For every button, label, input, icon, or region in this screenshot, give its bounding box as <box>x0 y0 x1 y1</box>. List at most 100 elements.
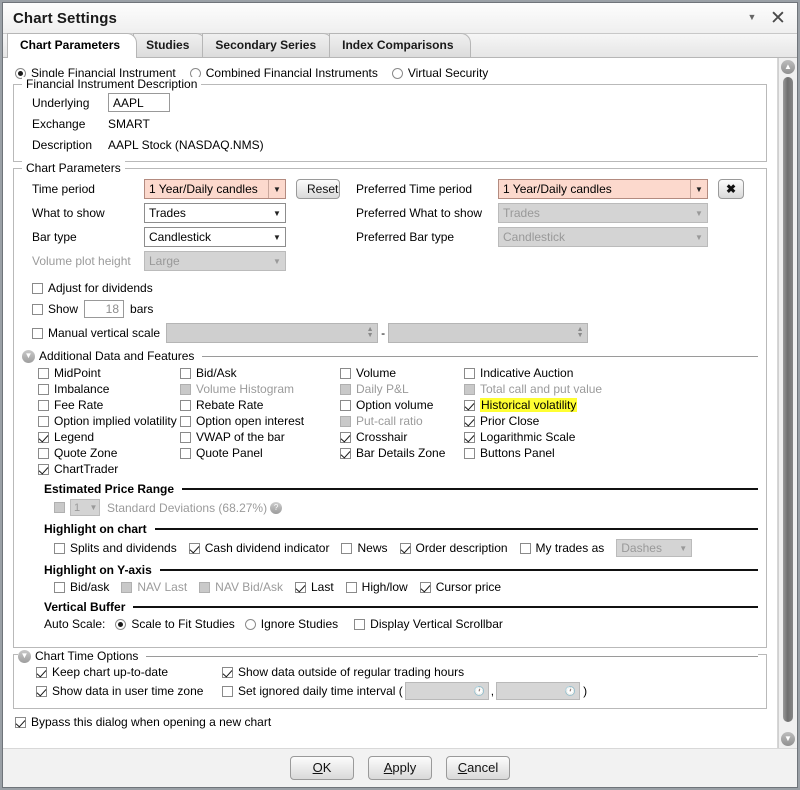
what-to-show-value: Trades <box>149 206 186 220</box>
ok-label-rest: K <box>322 760 332 775</box>
estimated-price-range-checkbox[interactable] <box>54 502 65 513</box>
section-rule <box>202 355 758 357</box>
cancel-button[interactable]: Cancel <box>446 756 510 780</box>
group-title: Financial Instrument Description <box>22 77 202 91</box>
preferred-time-period-select[interactable]: 1 Year/Daily candles ▼ <box>498 179 708 199</box>
checkbox-indicator <box>464 383 475 395</box>
my-trades-style-select: Dashes ▼ <box>616 539 693 557</box>
checkbox-quote-panel[interactable]: Quote Panel <box>180 446 340 460</box>
checkbox-vwap-of-the-bar[interactable]: VWAP of the bar <box>180 430 340 444</box>
checkbox-midpoint[interactable]: MidPoint <box>38 366 180 380</box>
tab-index-comparisons[interactable]: Index Comparisons <box>329 33 471 57</box>
checkbox-display-vertical-scrollbar[interactable]: Display Vertical Scrollbar <box>354 617 503 631</box>
checkbox-put-call-ratio: Put-call ratio <box>340 414 464 428</box>
tab-secondary-series[interactable]: Secondary Series <box>202 33 334 57</box>
checkbox-my-trades-as[interactable]: My trades as <box>519 541 604 555</box>
checkbox-splits-and-dividends[interactable]: Splits and dividends <box>54 541 177 555</box>
radio-combined-financial-instruments[interactable]: Combined Financial Instruments <box>189 66 378 80</box>
my-trades-style-value: Dashes <box>621 541 662 555</box>
standard-deviations-value: 1 <box>74 501 81 514</box>
checkbox-indicator <box>294 581 306 593</box>
manual-scale-min-spinner: ▲ ▼ <box>166 323 379 343</box>
tab-chart-parameters[interactable]: Chart Parameters <box>7 33 138 58</box>
checkbox-logarithmic-scale[interactable]: Logarithmic Scale <box>464 430 758 444</box>
radio-ignore-studies[interactable]: Ignore Studies <box>244 617 339 631</box>
checkbox-high-low[interactable]: High/low <box>345 580 408 594</box>
checkbox-buttons-panel[interactable]: Buttons Panel <box>464 446 758 460</box>
checkbox-show-data-outside-rth[interactable]: Show data outside of regular trading hou… <box>222 665 464 679</box>
section-title: Vertical Buffer <box>44 600 126 614</box>
checkbox-order-description[interactable]: Order description <box>399 541 508 555</box>
reset-button[interactable]: Reset <box>296 179 340 199</box>
chart-parameters-group: Chart Parameters Time period 1 Year/Dail… <box>13 161 767 648</box>
checkbox-show-data-user-time-zone[interactable]: Show data in user time zone <box>36 684 222 698</box>
checkbox-rebate-rate[interactable]: Rebate Rate <box>180 398 340 412</box>
collapse-icon[interactable]: ▼ <box>18 649 31 663</box>
checkbox-option-implied-volatility[interactable]: Option implied volatility <box>38 414 180 428</box>
checkbox-bar-details-zone[interactable]: Bar Details Zone <box>340 446 464 460</box>
checkbox-set-ignored-daily-time-interval[interactable]: Set ignored daily time interval ( <box>222 684 403 698</box>
checkbox-last[interactable]: Last <box>294 580 334 594</box>
checkbox-bid-ask[interactable]: Bid/Ask <box>180 366 340 380</box>
checkbox-historical-volatility[interactable]: Historical volatility <box>464 398 758 412</box>
radio-virtual-security[interactable]: Virtual Security <box>391 66 488 80</box>
vertical-scrollbar[interactable]: ▲ ▼ <box>778 58 797 748</box>
group-title: Chart Parameters <box>22 161 125 175</box>
scroll-down-arrow-icon[interactable]: ▼ <box>781 732 795 746</box>
scrollbar-thumb[interactable] <box>783 77 793 723</box>
checkbox-option-open-interest[interactable]: Option open interest <box>180 414 340 428</box>
cancel-label-rest: ancel <box>467 760 499 775</box>
tab-studies[interactable]: Studies <box>133 33 207 57</box>
checkbox-keep-chart-up-to-date[interactable]: Keep chart up-to-date <box>36 665 222 679</box>
apply-button[interactable]: Apply <box>368 756 432 780</box>
checkbox-label: Last <box>310 580 334 594</box>
checkbox-fee-rate[interactable]: Fee Rate <box>38 398 180 412</box>
checkbox-bid-ask-yaxis[interactable]: Bid/ask <box>54 580 109 594</box>
checkbox-crosshair[interactable]: Crosshair <box>340 430 464 444</box>
bar-type-select[interactable]: Candlestick ▼ <box>144 227 286 247</box>
scroll-up-arrow-icon[interactable]: ▲ <box>781 60 795 74</box>
underlying-input[interactable] <box>108 93 170 112</box>
clear-preferred-button[interactable]: ✖ <box>718 179 744 199</box>
collapse-icon[interactable]: ▼ <box>22 349 35 363</box>
radio-scale-to-fit-studies[interactable]: Scale to Fit Studies <box>115 617 235 631</box>
ok-button[interactable]: OK <box>290 756 354 780</box>
close-icon[interactable]: ✕ <box>765 5 791 31</box>
checkbox-news[interactable]: News <box>341 541 388 555</box>
checkbox-label: Show data outside of regular trading hou… <box>238 665 465 679</box>
checkbox-bypass-dialog[interactable]: Bypass this dialog when opening a new ch… <box>15 715 769 729</box>
checkbox-indicator <box>222 666 233 678</box>
title-bar: Chart Settings ▼ ✕ <box>3 3 797 34</box>
auto-scale-label: Auto Scale: <box>44 617 106 631</box>
checkbox-cursor-price[interactable]: Cursor price <box>419 580 501 594</box>
checkbox-volume[interactable]: Volume <box>340 366 464 380</box>
show-bars-input[interactable] <box>84 300 125 318</box>
checkbox-cash-dividend-indicator[interactable]: Cash dividend indicator <box>188 541 329 555</box>
show-bars-checkbox[interactable] <box>32 303 43 315</box>
checkbox-option-volume[interactable]: Option volume <box>340 398 464 412</box>
checkbox-charttrader[interactable]: ChartTrader <box>38 462 180 476</box>
manual-vertical-scale-checkbox[interactable] <box>32 327 43 339</box>
chevron-down-icon: ▼ <box>690 180 707 198</box>
manual-scale-max-spinner: ▲ ▼ <box>388 323 589 343</box>
help-icon[interactable]: ? <box>270 501 283 514</box>
radio-label: Ignore Studies <box>260 617 339 631</box>
vertical-buffer-row: Auto Scale: Scale to Fit Studies Ignore … <box>44 617 758 631</box>
checkbox-quote-zone[interactable]: Quote Zone <box>38 446 180 460</box>
checkbox-prior-close[interactable]: Prior Close <box>464 414 758 428</box>
chevron-down-icon[interactable]: ▼ <box>739 4 765 33</box>
time-period-select[interactable]: 1 Year/Daily candles ▼ <box>144 179 286 199</box>
checkbox-nav-bid-ask: NAV Bid/Ask <box>199 580 283 594</box>
checkbox-indicative-auction[interactable]: Indicative Auction <box>464 366 758 380</box>
checkbox-indicator <box>188 542 200 554</box>
spinner-arrows-icon: ▲ ▼ <box>366 326 374 339</box>
section-title: Additional Data and Features <box>39 349 195 363</box>
adjust-for-dividends-checkbox[interactable]: Adjust for dividends <box>32 281 758 295</box>
checkbox-indicator <box>32 282 43 294</box>
checkbox-legend[interactable]: Legend <box>38 430 180 444</box>
additional-data-section-header[interactable]: ▼ Additional Data and Features <box>22 349 758 363</box>
checkbox-imbalance[interactable]: Imbalance <box>38 382 180 396</box>
radio-label: Scale to Fit Studies <box>131 617 235 631</box>
what-to-show-select[interactable]: Trades ▼ <box>144 203 286 223</box>
scrollbar-track[interactable] <box>783 77 793 729</box>
